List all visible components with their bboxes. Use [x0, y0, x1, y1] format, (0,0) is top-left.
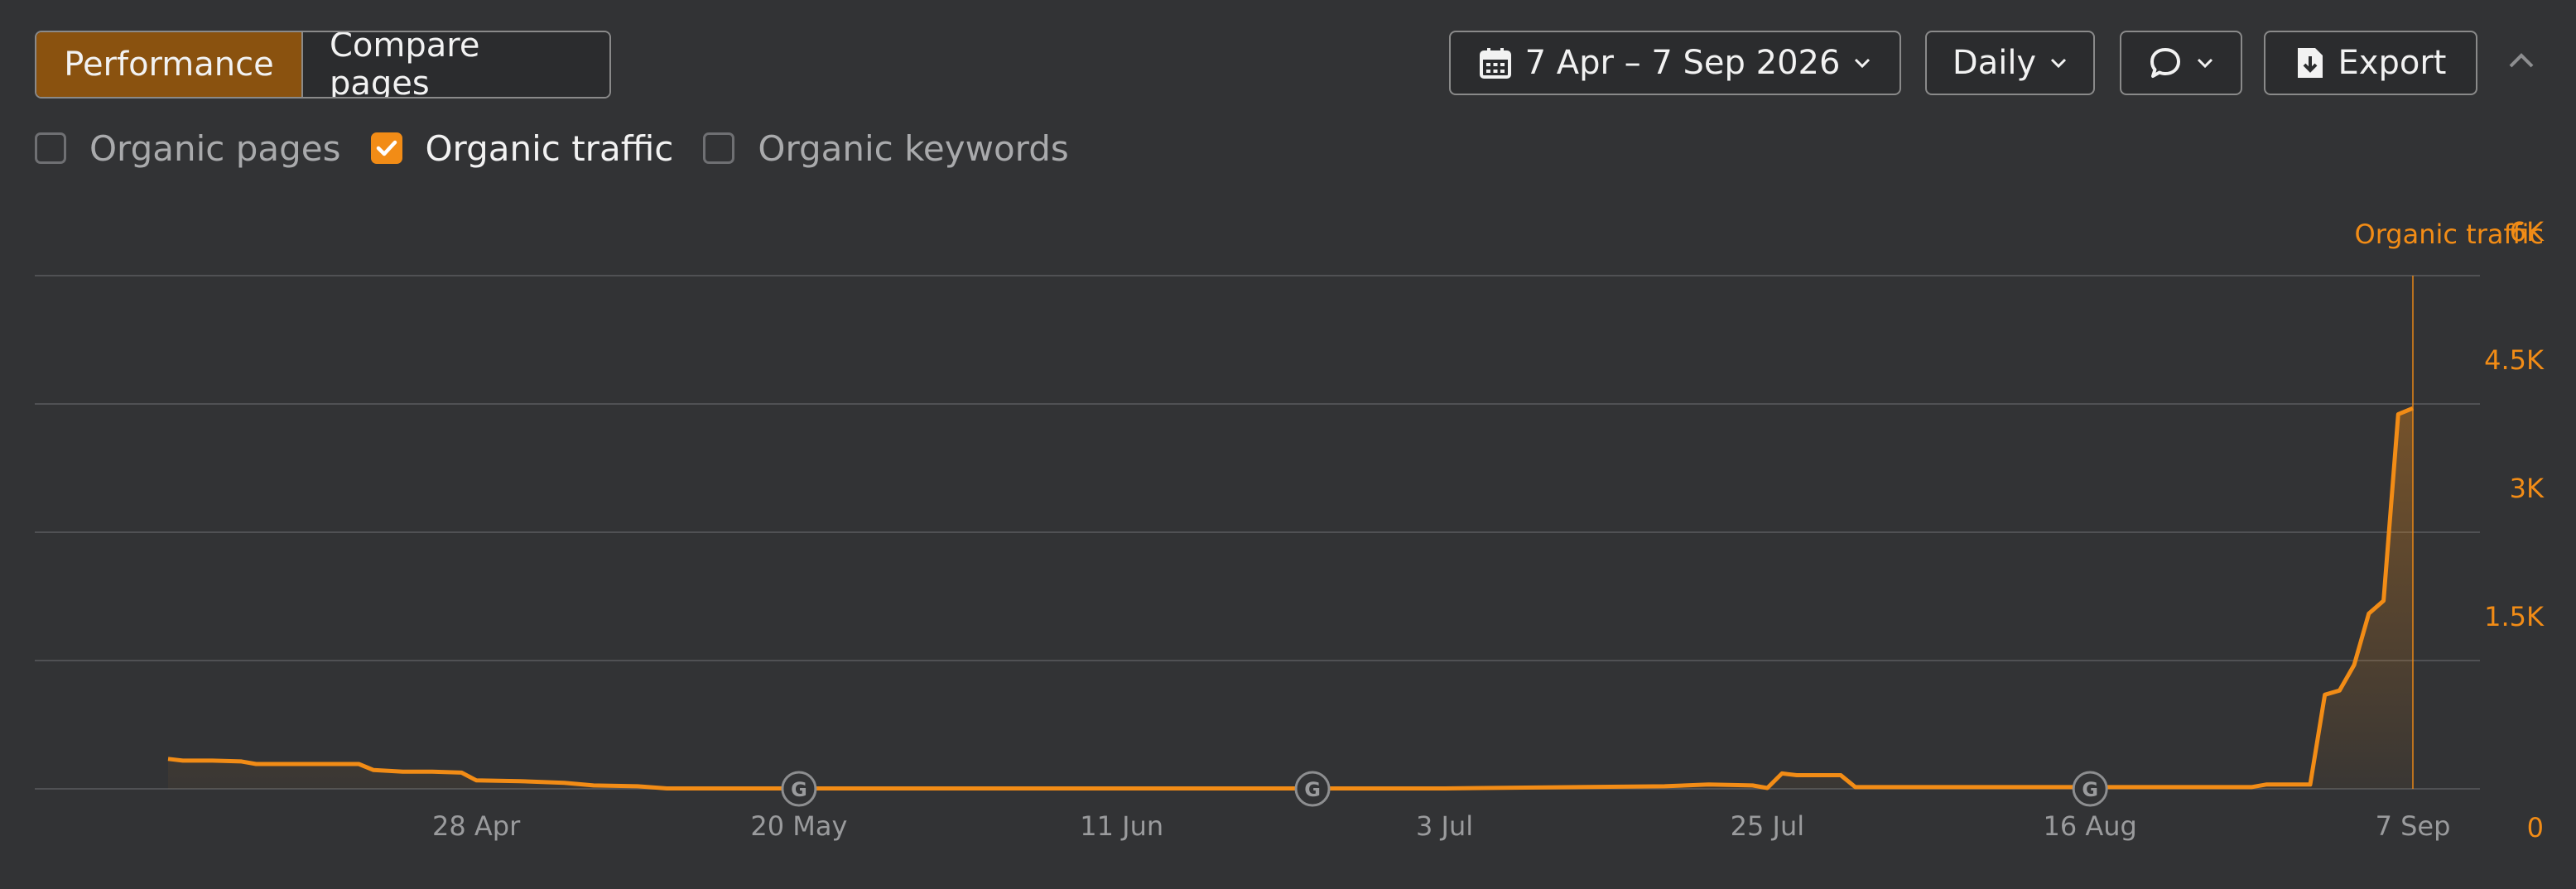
x-tick-label: 28 Apr — [432, 810, 521, 842]
series-line-layer — [167, 406, 2414, 790]
performance-panel: Performance Compare pages 7 Apr – 7 Sep … — [0, 0, 2576, 889]
traffic-chart[interactable]: G G G 28 Apr 20 May 11 Jun 3 Jul 25 Jul 16 Aug 7… — [0, 0, 2576, 889]
x-tick-label: 25 Jul — [1731, 810, 1805, 842]
area-fill-layer — [168, 408, 2413, 789]
series-line-organic-traffic — [167, 406, 2414, 790]
y-tick-label: 0 — [2527, 812, 2544, 843]
y-tick-label: 1.5K — [2484, 601, 2545, 632]
x-tick-label: 7 Sep — [2376, 810, 2451, 842]
series-area-organic-traffic — [168, 408, 2413, 789]
x-tick-label: 3 Jul — [1416, 810, 1473, 842]
y-tick-label: 3K — [2510, 473, 2545, 504]
y-axis-label: Organic traffic — [2355, 219, 2544, 250]
x-axis-ticks: 28 Apr 20 May 11 Jun 3 Jul 25 Jul 16 Aug 7 Sep — [432, 810, 2450, 842]
x-tick-label: 20 May — [750, 810, 847, 842]
google-update-icon: G — [781, 771, 817, 807]
x-tick-label: 16 Aug — [2043, 810, 2136, 842]
x-tick-label: 11 Jun — [1080, 810, 1163, 842]
grid-lines — [35, 275, 2480, 790]
google-update-glyph: G — [791, 778, 807, 801]
y-tick-label: 4.5K — [2484, 344, 2545, 376]
y-axis-ticks: 01.5K3K4.5K6K — [2484, 216, 2545, 843]
google-update-glyph: G — [2082, 778, 2098, 801]
google-update-glyph: G — [1304, 778, 1321, 801]
google-update-icon: G — [1294, 771, 1331, 807]
google-update-icon: G — [2072, 771, 2108, 807]
